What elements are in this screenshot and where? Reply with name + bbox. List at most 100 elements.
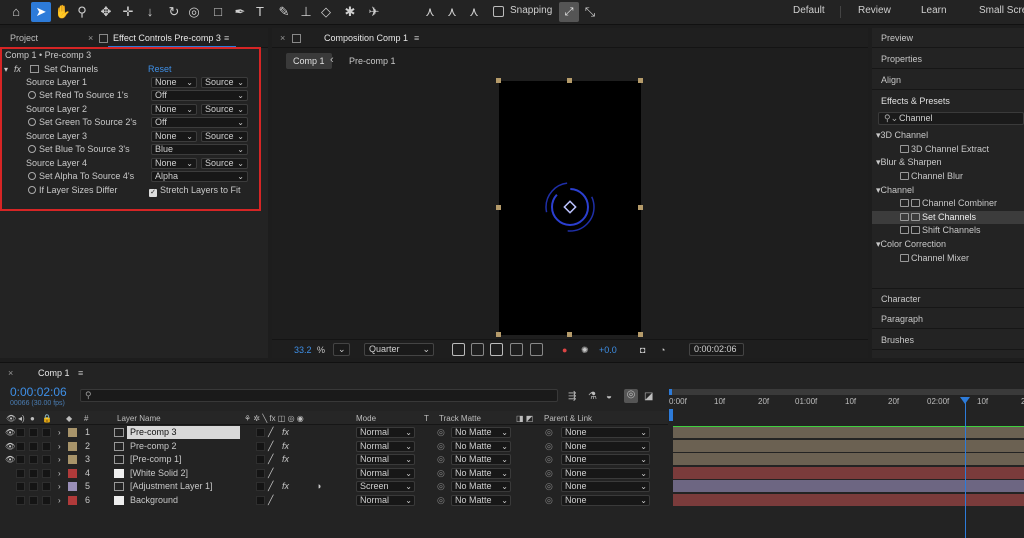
transform-handle[interactable] [638,78,643,83]
snap-options-icon[interactable]: ⤢ [559,2,579,22]
parent-dropdown[interactable]: None ⌄ [561,467,650,479]
audio-switch[interactable] [16,468,25,478]
transform-handle[interactable] [638,332,643,337]
layer-duration-bar[interactable] [673,453,1024,466]
current-time[interactable]: 0:00:02:06 [10,385,67,399]
work-area-start[interactable] [669,389,672,395]
close-icon[interactable]: × [88,33,93,43]
label-color-swatch[interactable] [68,482,77,492]
time-graph[interactable]: 0:00f 10f 20f 01:00f 10f 20f 02:00f 10f 2 [669,385,1024,538]
solo-switch[interactable] [29,455,38,465]
align-panel-header[interactable]: Align [872,70,1024,90]
character-panel-header[interactable]: Character [872,288,1024,308]
audio-switch[interactable] [16,455,25,465]
label-color-swatch[interactable] [68,428,77,437]
chevron-right-icon[interactable]: › [58,453,61,466]
matte-pickwhip-icon[interactable]: ◎ [437,467,445,480]
audio-switch[interactable] [16,496,25,505]
layer-row[interactable]: › 6 Background ╱ Normal ⌄ ◎ No Matte ⌄ ◎ None ⌄ [0,494,668,507]
zoom-value[interactable]: 33.2 [294,345,312,355]
lock-switch[interactable] [42,455,51,465]
layer-duration-bar[interactable] [673,480,1024,493]
track-matte-dropdown[interactable]: No Matte ⌄ [451,427,511,438]
mode-column[interactable]: Mode [356,414,376,423]
solo-switch[interactable] [29,482,38,492]
brush-tool-icon[interactable]: ✎ [274,2,294,22]
layer-duration-bar[interactable] [673,439,1024,452]
shy-switch[interactable] [256,441,265,451]
parent-dropdown[interactable]: None ⌄ [561,454,650,466]
blend-mode-dropdown[interactable]: Normal ⌄ [356,454,415,466]
snap-expand-icon[interactable]: ⤡ [580,2,600,22]
view-axis-icon[interactable]: ⋏ [464,2,484,22]
tab-timeline-comp-1[interactable]: Comp 1 [38,368,70,378]
shy-layers-icon[interactable]: ◒ [606,391,612,402]
workspace-small-screen[interactable]: Small Screen [979,5,1024,16]
home-icon[interactable]: ⌂ [6,2,26,22]
pan-camera-icon[interactable]: ✛ [118,2,138,22]
lock-icon[interactable] [292,34,301,43]
layer-duration-bar[interactable] [673,426,1024,438]
zoom-dropdown[interactable]: ⌄ [333,343,350,356]
fx-category[interactable]: ▾Blur & Sharpen [872,156,1024,169]
parent-pickwhip-icon[interactable]: ◎ [545,453,553,466]
fx-switch-icon[interactable]: fx [282,426,289,439]
fx-category[interactable]: ▾3D Channel [872,129,1024,142]
layer-name-column[interactable]: Layer Name [117,414,161,423]
adjustment-layer-icon[interactable]: ◑ [316,480,321,493]
track-matte-dropdown[interactable]: No Matte ⌄ [451,440,511,452]
fast-previews-icon[interactable] [452,343,465,356]
type-tool-icon[interactable]: T [250,2,270,22]
parent-dropdown[interactable]: None ⌄ [561,481,650,493]
zoom-tool-icon[interactable]: ⚲ [72,2,92,22]
pan-behind-tool-icon[interactable]: ◎ [184,2,204,22]
layer-row[interactable]: 👁 › 1 Pre-comp 3 ╱ fx Normal ⌄ ◎ No Matte ⌄ ◎ None ⌄ [0,426,668,439]
composition-canvas[interactable] [499,81,641,335]
transparency-grid-icon[interactable] [471,343,484,356]
selection-tool-icon[interactable]: ➤ [31,2,51,22]
parent-pickwhip-icon[interactable]: ◎ [545,480,553,493]
puppet-pin-tool-icon[interactable]: ✈ [364,2,384,22]
grid-guides-icon[interactable] [530,343,543,356]
workspace-learn[interactable]: Learn [921,5,947,16]
close-icon[interactable]: × [280,33,285,43]
orbit-camera-icon[interactable]: ✥ [96,2,116,22]
layer-name[interactable]: [Pre-comp 1] [127,453,240,466]
label-color-swatch[interactable] [68,468,77,478]
chevron-right-icon[interactable]: › [58,467,61,480]
fx-effect-item[interactable]: 3D Channel Extract [872,143,1024,156]
world-axis-icon[interactable]: ⋏ [442,2,462,22]
transform-handle[interactable] [567,78,572,83]
fx-effect-item[interactable]: Channel Mixer [872,252,1024,265]
transform-handle[interactable] [496,78,501,83]
timecode-display[interactable]: 0:00:02:06 [689,343,744,356]
pen-tool-icon[interactable]: ✒ [230,2,250,22]
fx-effect-item[interactable]: Shift Channels [872,224,1024,237]
transform-handle[interactable] [638,205,643,210]
exposure-value[interactable]: +0.0 [599,345,617,355]
matte-pickwhip-icon[interactable]: ◎ [437,453,445,466]
blend-mode-dropdown[interactable]: Normal ⌄ [356,495,415,506]
draft-3d-icon[interactable]: ⚗ [588,391,597,402]
parent-pickwhip-icon[interactable]: ◎ [545,440,553,453]
track-matte-dropdown[interactable]: No Matte ⌄ [451,481,511,493]
quality-switch-icon[interactable]: ╱ [268,494,273,507]
fx-effect-item[interactable]: Channel Combiner [872,197,1024,210]
fx-category[interactable]: ▾Channel [872,184,1024,197]
layer-duration-bar[interactable] [673,466,1024,479]
track-matte-dropdown[interactable]: No Matte ⌄ [451,454,511,466]
rotation-tool-icon[interactable]: ↻ [164,2,184,22]
layer-row[interactable]: › 5 [Adjustment Layer 1] ╱ fx ◑ Screen ⌄ ◎ No Mat… [0,480,668,493]
parent-pickwhip-icon[interactable]: ◎ [545,426,553,439]
transform-handle[interactable] [496,205,501,210]
shy-switch[interactable] [256,496,265,505]
hand-tool-icon[interactable]: ✋ [53,2,73,22]
quality-switch-icon[interactable]: ╱ [268,426,273,439]
lock-switch[interactable] [42,428,51,437]
parent-dropdown[interactable]: None ⌄ [561,440,650,452]
layer-name[interactable]: Pre-comp 2 [127,440,240,453]
solo-switch[interactable] [29,496,38,505]
motion-blur-icon[interactable]: ◪ [644,391,653,402]
blend-mode-dropdown[interactable]: Normal ⌄ [356,467,415,479]
eraser-tool-icon[interactable]: ◇ [316,2,336,22]
